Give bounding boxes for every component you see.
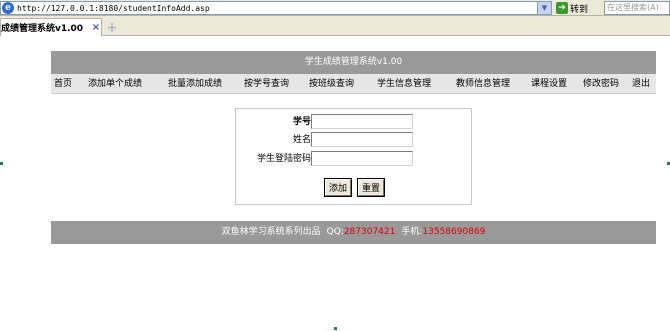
main-nav: 首页 添加单个成绩 批量添加成绩 按学号查询 按班级查询 学生信息管理 教师信息… [51, 74, 656, 94]
tab-active[interactable]: 成绩管理系统v1.00 × [0, 18, 102, 36]
search-input[interactable]: 在这里搜索(A) [604, 1, 670, 15]
student-id-label: 学号 [292, 117, 311, 127]
nav-item-change-password[interactable]: 修改密码 [583, 74, 619, 94]
nav-item-batch-add[interactable]: 批量添加成绩 [168, 74, 222, 94]
footer-qq-label: QQ: [326, 227, 344, 237]
footer-phone-label: 手机: [401, 227, 423, 237]
url-text[interactable]: http://127.0.0.1:8180/studentInfoAdd.asp [17, 4, 537, 13]
student-password-label: 学生登陆密码 [256, 154, 311, 164]
ie-page-icon: e [2, 2, 14, 14]
nav-item-logout[interactable]: 退出 [632, 74, 650, 94]
page-title: 学生成绩管理系统v1.00 [51, 51, 656, 74]
nav-item-query-by-id[interactable]: 按学号查询 [244, 74, 289, 94]
footer: 双鱼林学习系统系列出品 QQ:287307421 手机:13558690869 [51, 221, 656, 244]
tab-bar: 成绩管理系统v1.00 × + [0, 16, 670, 36]
student-name-field[interactable] [311, 132, 413, 147]
nav-item-add-score[interactable]: 添加单个成绩 [88, 74, 142, 94]
go-label: 转到 [570, 4, 589, 15]
student-form: 学号 姓名 学生登陆密码 添加 重置 [235, 108, 472, 205]
add-button[interactable]: 添加 [325, 179, 352, 196]
student-name-label: 姓名 [292, 135, 311, 145]
go-arrow-icon: ➔ [556, 2, 568, 14]
footer-qq-value: 287307421 [343, 227, 396, 237]
close-icon[interactable]: × [91, 22, 101, 33]
reset-button[interactable]: 重置 [358, 179, 385, 196]
left-edge-marker [0, 162, 3, 165]
address-dropdown-icon[interactable]: ▼ [537, 2, 551, 14]
student-password-field[interactable] [311, 151, 413, 166]
tab-title: 成绩管理系统v1.00 [1, 24, 84, 34]
address-bar-area: e http://127.0.0.1:8180/studentInfoAdd.a… [0, 0, 670, 16]
nav-item-home[interactable]: 首页 [54, 74, 72, 94]
bottom-edge-marker [334, 327, 337, 330]
nav-item-query-by-class[interactable]: 按班级查询 [309, 74, 354, 94]
nav-item-student-mgmt[interactable]: 学生信息管理 [377, 74, 431, 94]
footer-brand: 双鱼林学习系统系列出品 [221, 227, 321, 237]
student-id-field[interactable] [311, 114, 413, 129]
student-name-row: 姓名 [236, 131, 473, 149]
go-button[interactable]: ➔ 转到 [556, 1, 600, 15]
footer-phone-value: 13558690869 [422, 227, 486, 237]
nav-item-course-settings[interactable]: 课程设置 [531, 74, 567, 94]
student-id-row: 学号 [236, 113, 473, 131]
address-field[interactable]: e http://127.0.0.1:8180/studentInfoAdd.a… [0, 1, 552, 15]
new-tab-icon[interactable]: + [106, 21, 118, 35]
student-password-row: 学生登陆密码 [236, 150, 473, 168]
nav-item-teacher-mgmt[interactable]: 教师信息管理 [456, 74, 510, 94]
